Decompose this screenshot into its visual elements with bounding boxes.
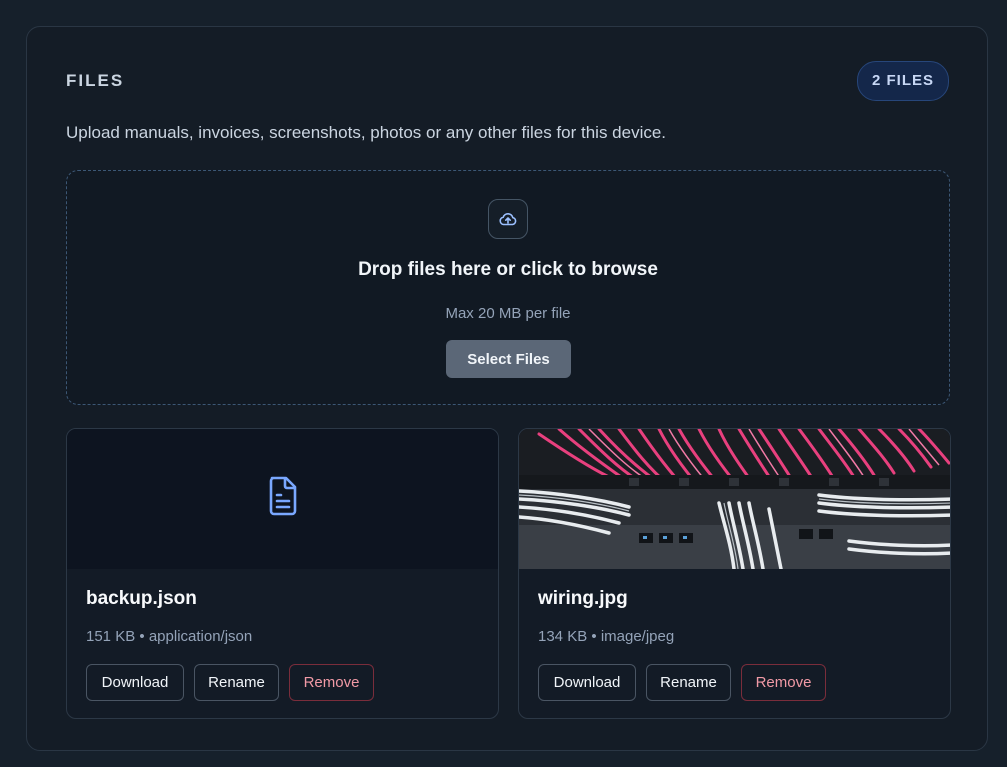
file-dropzone[interactable]: Drop files here or click to browse Max 2… <box>66 170 950 405</box>
dropzone-title: Drop files here or click to browse <box>358 259 658 280</box>
rename-button[interactable]: Rename <box>194 664 279 701</box>
download-button[interactable]: Download <box>86 664 184 701</box>
remove-button[interactable]: Remove <box>289 664 374 701</box>
remove-button[interactable]: Remove <box>741 664 826 701</box>
file-size: 151 KB <box>86 628 136 645</box>
section-description: Upload manuals, invoices, screenshots, p… <box>66 123 667 142</box>
dropzone-size-limit: Max 20 MB per file <box>445 305 571 322</box>
file-name: backup.json <box>86 588 197 609</box>
image-preview <box>519 429 950 569</box>
file-count-badge: 2 FILES <box>856 61 949 101</box>
file-meta: 134 KB • image/jpeg <box>538 628 674 645</box>
meta-separator: • <box>139 628 145 645</box>
file-card: backup.json 151 KB • application/json Do… <box>66 428 499 719</box>
file-preview <box>67 429 498 569</box>
select-files-button[interactable]: Select Files <box>446 340 571 378</box>
file-name: wiring.jpg <box>538 588 628 609</box>
file-meta: 151 KB • application/json <box>86 628 252 645</box>
meta-separator: • <box>591 628 597 645</box>
file-type: image/jpeg <box>600 628 675 645</box>
cable-photo <box>519 429 950 569</box>
file-size: 134 KB <box>538 628 588 645</box>
download-button[interactable]: Download <box>538 664 636 701</box>
cloud-upload-icon <box>488 199 528 239</box>
files-header: FILES 2 FILES <box>66 61 949 102</box>
files-panel: FILES 2 FILES Upload manuals, invoices, … <box>26 26 988 751</box>
file-type: application/json <box>148 628 253 645</box>
file-text-icon <box>269 476 297 516</box>
rename-button[interactable]: Rename <box>646 664 731 701</box>
section-title: FILES <box>66 71 125 90</box>
file-card: wiring.jpg 134 KB • image/jpeg Download … <box>518 428 951 719</box>
